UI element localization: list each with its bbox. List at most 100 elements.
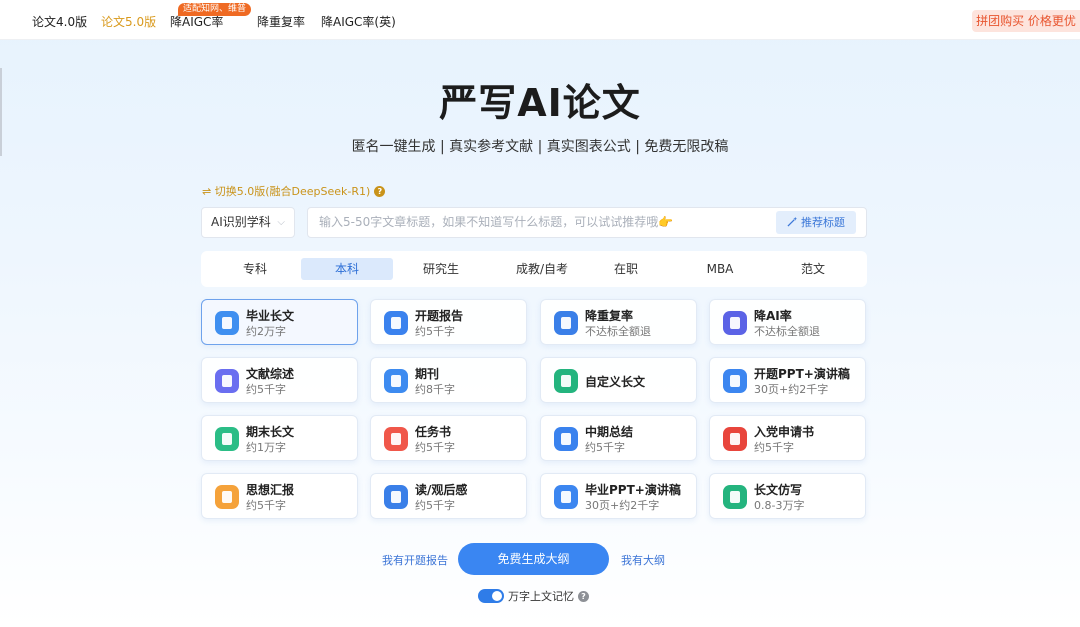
paper-type-card[interactable]: 思想汇报约5千字 [201,473,358,519]
tab-level-6[interactable]: 范文 [767,258,859,280]
paper-type-card[interactable]: 毕业PPT+演讲稿 30页+约2千字 [540,473,697,519]
pen-icon [554,369,578,393]
group-buy-promo[interactable]: 拼团购买 价格更优 [972,10,1080,32]
card-title: 期末长文 [246,425,295,439]
card-title: 入党申请书 [754,425,815,439]
card-title: 期刊 [415,367,440,381]
card-description: 约5千字 [585,441,625,454]
page-subtitle: 匿名一键生成 | 真实参考文献 | 真实图表公式 | 免费无限改稿 [351,139,729,155]
paper-type-card[interactable]: 中期总结 约5千字 [540,415,697,461]
tab-level-0[interactable]: 专科 [209,258,301,280]
paper-type-card[interactable]: 开题报告 约5千字 [370,299,527,345]
card-title: 自定义长文 [585,375,646,389]
icon-glyph [561,433,571,445]
icon-glyph [391,317,401,329]
subject-select-value: AI识别学科 [211,215,271,229]
paper-type-card[interactable]: 降AI率不达标全额退 [709,299,866,345]
top-nav: 论文4.0版 论文5.0版 降AIGC率 降重复率 降AIGC率(英) 适配知网… [0,0,1080,40]
thought-icon [215,485,239,509]
recommend-title-label: 推荐标题 [801,216,845,229]
reading-icon [384,485,408,509]
card-description: 约5千字 [415,441,455,454]
recommend-title-button[interactable]: 推荐标题 [776,211,856,234]
card-title: 毕业长文 [246,309,295,323]
card-title: 长文仿写 [754,483,803,497]
paper-type-card[interactable]: 任务书约5千字 [370,415,527,461]
help-icon[interactable]: ? [374,185,386,197]
have-proposal-link[interactable]: 我有开题报告 [382,552,448,568]
paper-type-card[interactable]: 长文仿写 0.8-3万字 [709,473,866,519]
card-description: 约5千字 [246,499,286,512]
journal-icon [384,369,408,393]
book-icon [215,311,239,335]
tab-level-4[interactable]: 在职 [580,258,672,280]
card-description: 不达标全额退 [754,325,820,338]
memory-label: 万字上文记忆 [508,590,574,603]
icon-glyph [222,433,232,445]
icon-glyph [561,375,571,387]
paper-type-card[interactable]: 开题PPT+演讲稿 30页+约2千字 [709,357,866,403]
have-outline-link[interactable]: 我有大纲 [621,552,665,568]
card-title: 降重复率 [585,309,634,323]
switch-version-label: ⇌ 切换5.0版(融合DeepSeek-R1) [202,185,371,198]
tab-level-5[interactable]: MBA [674,258,766,280]
card-description: 约1万字 [246,441,286,454]
card-description: 30页+约2千字 [585,499,660,512]
icon-glyph [222,491,232,503]
card-description: 约5千字 [415,325,455,338]
card-title: 文献综述 [246,367,295,381]
card-title: 任务书 [415,425,452,439]
card-title: 降AI率 [754,309,792,323]
nav-item-thesis-v5[interactable]: 论文5.0版 [101,13,156,30]
generate-outline-button[interactable]: 免费生成大纲 [458,543,609,575]
ppt-icon [554,485,578,509]
memory-toggle[interactable] [478,589,504,603]
card-title: 思想汇报 [246,483,295,497]
tab-level-2[interactable]: 研究生 [395,258,487,280]
task-icon [384,427,408,451]
icon-glyph [391,375,401,387]
education-level-tabs: 专科 本科 研究生 成教/自考 在职 MBA 范文 [201,251,867,287]
nav-item-thesis-v4[interactable]: 论文4.0版 [32,13,87,30]
icon-glyph [391,433,401,445]
monitor-icon [554,311,578,335]
tab-level-1[interactable]: 本科 [301,258,393,280]
help-icon[interactable]: ? [578,590,589,602]
card-description: 约5千字 [415,499,455,512]
paper-type-card[interactable]: 期刊约8千字 [370,357,527,403]
icon-glyph [730,433,740,445]
paper-type-card[interactable]: 读/观后感约5千字 [370,473,527,519]
card-description: 约5千字 [754,441,794,454]
tab-level-3[interactable]: 成教/自考 [496,258,588,280]
icon-glyph [730,491,740,503]
card-title: 毕业PPT+演讲稿 [585,483,681,497]
paper-type-card[interactable]: 毕业长文 约2万字 [201,299,358,345]
nav-item-reduce-duplicate[interactable]: 降重复率 [257,13,305,30]
icon-glyph [730,317,740,329]
chevron-down-icon: ⌵ [277,217,285,228]
ppt-icon [723,369,747,393]
party-icon [723,427,747,451]
icon-glyph [561,317,571,329]
nav-item-reduce-aigc-en[interactable]: 降AIGC率(英) [321,13,396,30]
ai-icon [723,311,747,335]
icon-glyph [222,375,232,387]
context-memory-row: 万字上文记忆 ? [478,588,589,604]
magic-wand-icon [787,216,798,227]
icon-glyph [730,375,740,387]
icon-glyph [561,491,571,503]
card-description: 30页+约2千字 [754,383,829,396]
paper-type-card[interactable]: 入党申请书约5千字 [709,415,866,461]
page-title: 严写AI论文 [439,81,641,125]
paper-type-card[interactable]: 期末长文约1万字 [201,415,358,461]
paper-type-card[interactable]: 降重复率 不达标全额退 [540,299,697,345]
subject-select[interactable]: AI识别学科 ⌵ [201,207,295,238]
card-title: 读/观后感 [415,483,468,497]
switch-version-link[interactable]: ⇌ 切换5.0版(融合DeepSeek-R1) ? [202,183,386,199]
card-description: 约5千字 [246,383,286,396]
document-icon [215,369,239,393]
notes-icon [215,427,239,451]
paper-type-card[interactable]: 自定义长文 [540,357,697,403]
paper-type-card[interactable]: 文献综述约5千字 [201,357,358,403]
card-description: 约8千字 [415,383,455,396]
